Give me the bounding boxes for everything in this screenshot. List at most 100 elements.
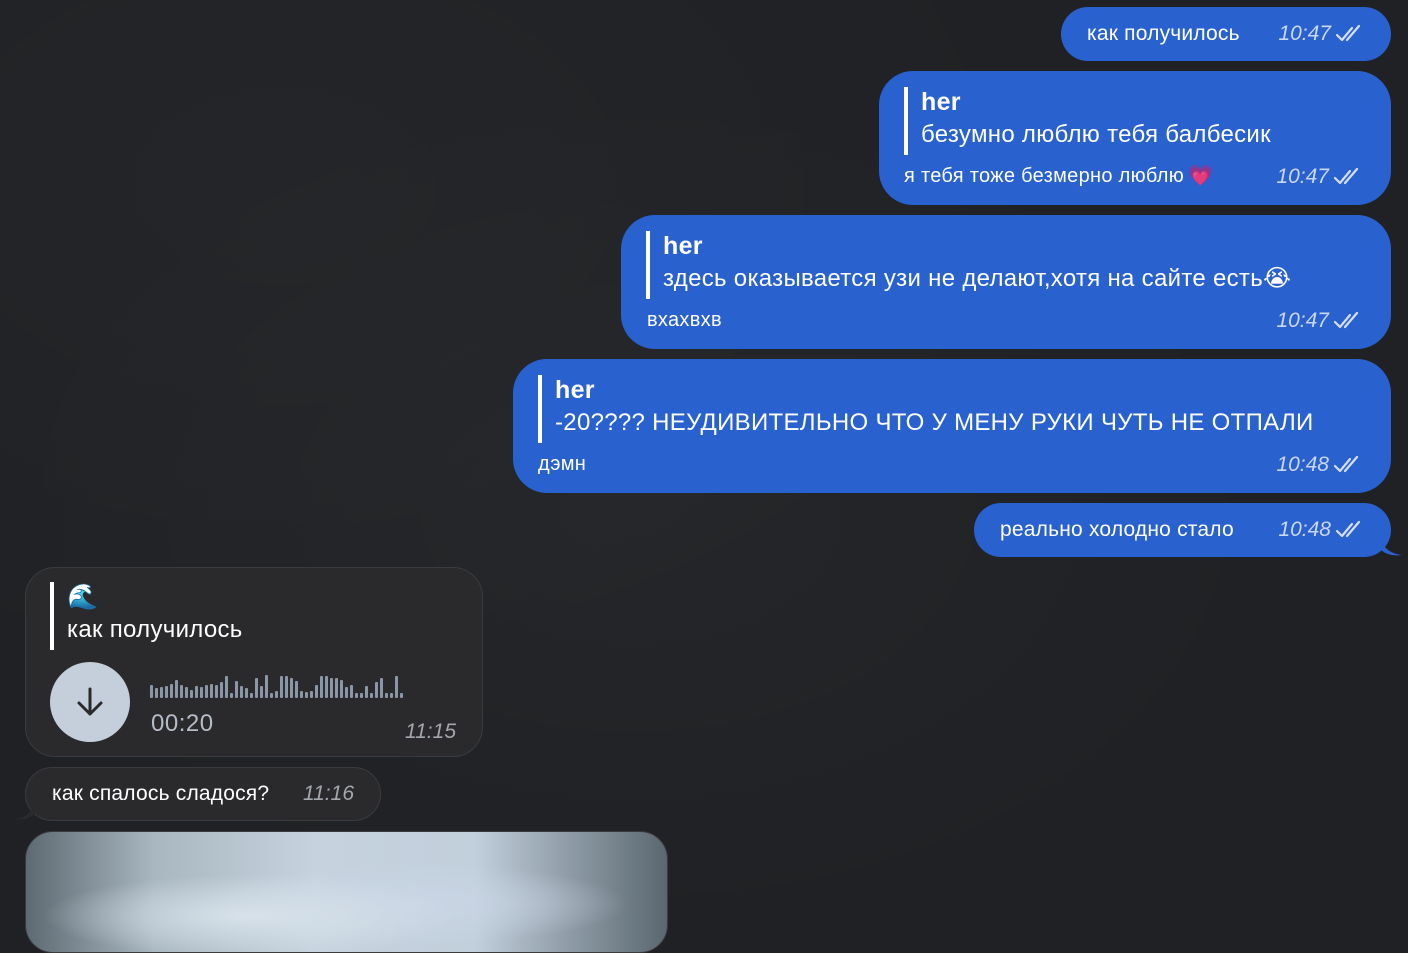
reply-text: безумно люблю тебя балбесик bbox=[921, 121, 1271, 148]
waveform-bar bbox=[195, 686, 198, 698]
message-time: 10:47 bbox=[1276, 309, 1329, 332]
incoming-message[interactable]: как спалось сладося? 11:16 bbox=[25, 767, 381, 821]
waveform-bar bbox=[255, 678, 258, 698]
waveform-bar bbox=[260, 686, 263, 698]
waveform-bar bbox=[240, 686, 243, 698]
message-text: я тебя тоже безмерно люблю bbox=[904, 165, 1185, 187]
waveform-bar bbox=[315, 685, 318, 698]
waveform-bar bbox=[330, 678, 333, 698]
waveform-bar bbox=[235, 681, 238, 698]
waveform-bar bbox=[160, 687, 163, 698]
waveform-bar bbox=[335, 678, 338, 698]
message-text: как получилось bbox=[1087, 22, 1240, 45]
message-meta: 10:48 bbox=[1264, 518, 1365, 542]
message-meta: 10:47 bbox=[1276, 165, 1363, 189]
message-time: 11:16 bbox=[303, 782, 354, 805]
reply-text: как получилось bbox=[67, 616, 243, 643]
reply-author: her bbox=[921, 88, 961, 116]
voice-duration: 00:20 bbox=[151, 710, 214, 737]
waveform-bar bbox=[350, 685, 353, 698]
waveform-bar bbox=[345, 687, 348, 698]
message-meta: 10:47 bbox=[1264, 22, 1365, 46]
reply-quote[interactable]: 🌊 как получилось bbox=[50, 582, 243, 650]
waveform-bar bbox=[355, 693, 358, 698]
message-time: 10:47 bbox=[1276, 165, 1329, 188]
waveform-bar bbox=[165, 686, 168, 698]
message-meta: 10:47 bbox=[1276, 309, 1363, 333]
voice-download-button[interactable] bbox=[50, 662, 130, 742]
reply-text: -20???? НЕУДИВИТЕЛЬНО ЧТО У МЕНУ РУКИ ЧУ… bbox=[555, 409, 1314, 436]
waveform-bar bbox=[310, 691, 313, 698]
waveform-bar bbox=[250, 693, 253, 698]
outgoing-reply-message[interactable]: her безумно люблю тебя балбесик я тебя т… bbox=[879, 71, 1391, 205]
waveform-bar bbox=[300, 691, 303, 698]
waveform-bar bbox=[205, 685, 208, 698]
photo-message[interactable] bbox=[25, 831, 668, 953]
waveform-bar bbox=[210, 684, 213, 698]
waveform-bar bbox=[320, 676, 323, 698]
message-text: вхахвхв bbox=[647, 309, 722, 331]
waveform-bar bbox=[185, 687, 188, 698]
download-arrow-icon bbox=[77, 687, 103, 716]
message-text: дэмн bbox=[538, 453, 587, 475]
waveform-bar bbox=[275, 691, 278, 698]
waveform-bar bbox=[225, 676, 228, 698]
waveform-bar bbox=[180, 685, 183, 698]
reply-text: здесь оказывается узи не делают,хотя на … bbox=[663, 265, 1264, 292]
message-time: 11:15 bbox=[405, 720, 456, 743]
message-meta: 11:16 bbox=[289, 782, 354, 806]
reply-quote[interactable]: her -20???? НЕУДИВИТЕЛЬНО ЧТО У МЕНУ РУК… bbox=[538, 375, 1314, 443]
waveform-bar bbox=[285, 676, 288, 698]
message-meta: 10:48 bbox=[1276, 453, 1363, 477]
waveform-bar bbox=[385, 693, 388, 698]
incoming-voice-message[interactable]: 🌊 как получилось 00:20 11:15 bbox=[25, 567, 483, 757]
waveform-bar bbox=[265, 675, 268, 698]
double-check-icon bbox=[1335, 24, 1361, 42]
waveform-bar bbox=[370, 693, 373, 698]
reply-text-wrap: здесь оказывается узи не делают,хотя на … bbox=[663, 261, 1291, 297]
voice-waveform[interactable] bbox=[150, 674, 450, 698]
waveform-bar bbox=[175, 680, 178, 698]
reply-author: 🌊 bbox=[67, 583, 99, 611]
bubble-tail bbox=[1380, 537, 1402, 556]
waveform-bar bbox=[270, 693, 273, 698]
double-check-icon bbox=[1333, 167, 1359, 185]
waveform-bar bbox=[365, 686, 368, 698]
waveform-bar bbox=[400, 693, 403, 698]
outgoing-reply-message[interactable]: her здесь оказывается узи не делают,хотя… bbox=[621, 215, 1391, 349]
waveform-bar bbox=[360, 693, 363, 698]
waveform-bar bbox=[170, 684, 173, 698]
waveform-bar bbox=[305, 692, 308, 698]
crying-emoji: 😭 bbox=[1263, 265, 1292, 292]
reply-author: her bbox=[555, 376, 595, 404]
waveform-bar bbox=[340, 680, 343, 698]
waveform-bar bbox=[150, 685, 153, 698]
message-text: реально холодно стало bbox=[1000, 518, 1234, 541]
double-check-icon bbox=[1333, 455, 1359, 473]
waveform-bar bbox=[395, 676, 398, 698]
reply-author: her bbox=[663, 232, 703, 260]
reply-quote[interactable]: her здесь оказывается узи не делают,хотя… bbox=[646, 231, 1291, 299]
message-time: 10:48 bbox=[1278, 518, 1331, 541]
outgoing-message[interactable]: как получилось 10:47 bbox=[1061, 7, 1391, 61]
outgoing-message[interactable]: реально холодно стало 10:48 bbox=[974, 503, 1391, 557]
waveform-bar bbox=[155, 688, 158, 698]
waveform-bar bbox=[295, 681, 298, 698]
message-text-wrap: я тебя тоже безмерно люблю 💗 bbox=[904, 163, 1213, 188]
outgoing-reply-message[interactable]: her -20???? НЕУДИВИТЕЛЬНО ЧТО У МЕНУ РУК… bbox=[513, 359, 1391, 493]
waveform-bar bbox=[390, 693, 393, 698]
message-time: 10:47 bbox=[1278, 22, 1331, 45]
waveform-bar bbox=[290, 678, 293, 698]
bubble-tail bbox=[14, 801, 36, 820]
waveform-bar bbox=[245, 688, 248, 698]
waveform-bar bbox=[380, 678, 383, 698]
waveform-bar bbox=[220, 682, 223, 698]
waveform-bar bbox=[200, 687, 203, 698]
message-text: как спалось сладося? bbox=[52, 782, 270, 805]
waveform-bar bbox=[190, 690, 193, 698]
heart-emoji: 💗 bbox=[1188, 165, 1214, 187]
waveform-bar bbox=[230, 693, 233, 698]
waveform-bar bbox=[215, 685, 218, 698]
waveform-bar bbox=[325, 676, 328, 698]
reply-quote[interactable]: her безумно люблю тебя балбесик bbox=[904, 87, 1271, 155]
